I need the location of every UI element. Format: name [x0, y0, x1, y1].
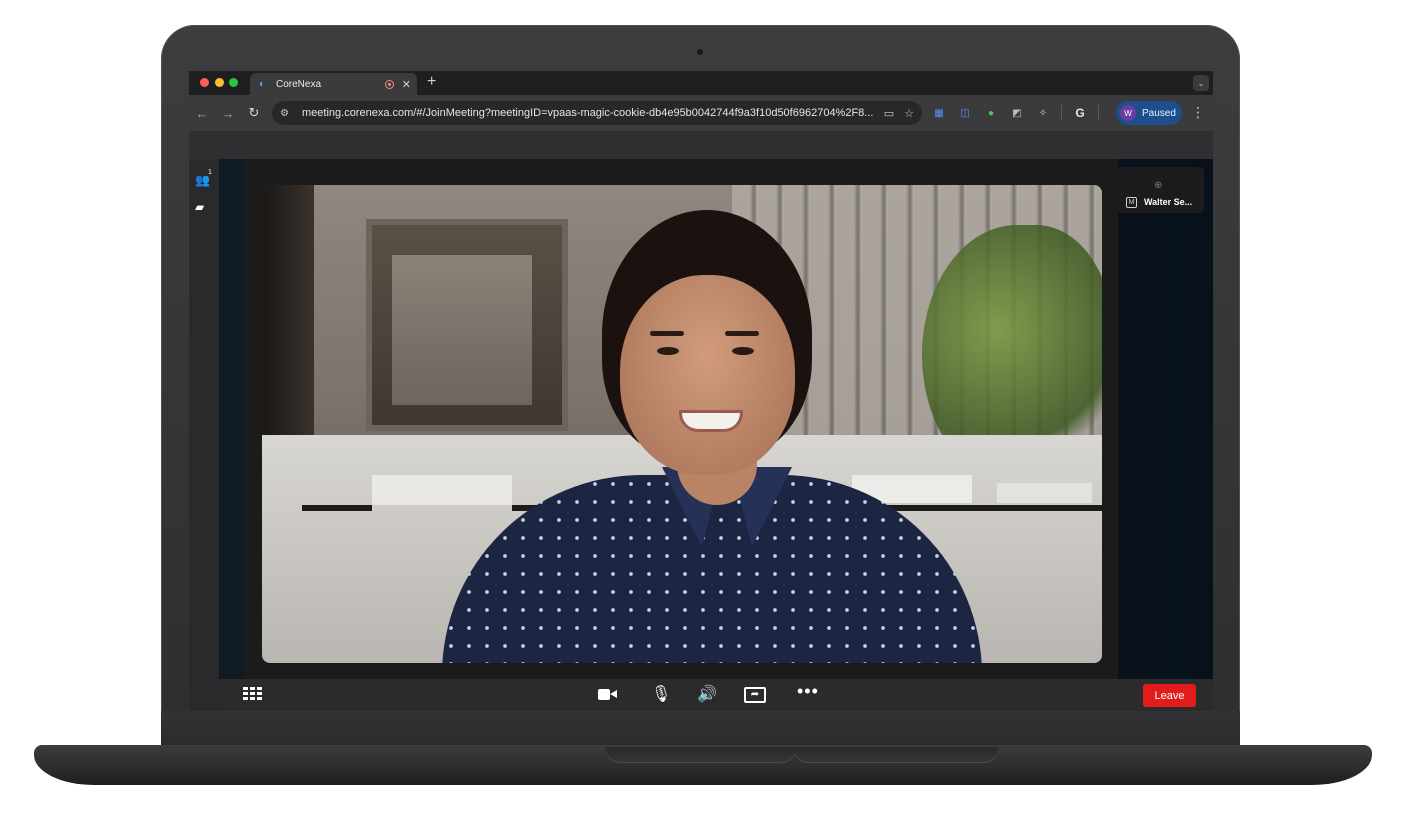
maximize-window-button[interactable] [229, 78, 238, 87]
profile-status: Paused [1142, 107, 1176, 119]
scene-books [997, 483, 1092, 503]
screen-share-icon[interactable]: ➦ [744, 687, 766, 703]
minimize-window-button[interactable] [215, 78, 224, 87]
camera-in-use-icon[interactable]: ▭ [884, 107, 894, 120]
tab-title: CoreNexa [276, 78, 322, 90]
corenexa-favicon-icon: ◐ [258, 78, 266, 90]
extensions-area: ▦ ◫ ● ◩ ✧ G [931, 105, 1099, 121]
laptop-camera [697, 49, 703, 55]
person-brow [725, 331, 759, 336]
more-options-icon[interactable]: ••• [797, 682, 819, 700]
extension-reader-icon[interactable]: ◫ [957, 105, 973, 121]
meeting-app: 👥 1 ▰ ⊕ M Walter Se... 🎙 🔊 ➦ ••• Leave [189, 159, 1213, 711]
laptop-base-notch [794, 747, 998, 763]
side-rail: 👥 1 ▰ [189, 159, 219, 711]
speaker-name: Walter Se... [1144, 197, 1193, 207]
moderator-icon: M [1126, 197, 1137, 208]
chat-icon[interactable]: ▰ [195, 200, 204, 214]
avatar-placeholder-icon: ⊕ [1154, 180, 1163, 191]
speaker-volume-icon[interactable]: 🔊 [697, 686, 717, 704]
extension-grid-icon[interactable]: ▦ [931, 105, 947, 121]
speaker-thumbnail[interactable]: ⊕ M Walter Se... [1118, 167, 1204, 213]
address-bar[interactable]: ⚙ meeting.corenexa.com/#/JoinMeeting?mee… [272, 101, 922, 125]
new-tab-button[interactable]: + [427, 73, 436, 91]
recording-icon [384, 79, 394, 89]
laptop-base-notch [606, 747, 796, 763]
bookmark-strip [189, 131, 1213, 159]
site-info-icon[interactable]: ⚙ [280, 108, 296, 119]
person-eye [657, 347, 679, 355]
leave-button[interactable]: Leave [1143, 684, 1196, 707]
extension-share-icon[interactable]: ◩ [1009, 105, 1025, 121]
close-tab-button[interactable]: ✕ [402, 78, 411, 91]
toolbar-separator [1061, 105, 1062, 121]
forward-button[interactable]: → [215, 106, 241, 121]
person-face [620, 275, 795, 475]
laptop-base [34, 745, 1372, 785]
person-brow [650, 331, 684, 336]
toolbar-separator [1098, 105, 1099, 121]
google-icon[interactable]: G [1072, 105, 1088, 121]
reload-button[interactable]: ↻ [241, 105, 267, 121]
browser-tabbar: ◐ CoreNexa ✕ + ⌄ [189, 71, 1213, 95]
video-stage: ⊕ M Walter Se... [219, 159, 1213, 679]
close-window-button[interactable] [200, 78, 209, 87]
person-eye [732, 347, 754, 355]
main-video [262, 185, 1102, 663]
bookmark-star-icon[interactable]: ☆ [904, 107, 914, 120]
microphone-icon[interactable]: 🎙 [651, 686, 671, 704]
back-button[interactable]: ← [189, 106, 215, 121]
participant-person [442, 205, 982, 663]
meeting-control-bar: 🎙 🔊 ➦ ••• Leave [219, 679, 1213, 711]
url-text[interactable]: meeting.corenexa.com/#/JoinMeeting?meeti… [302, 107, 874, 119]
tab-search-button[interactable]: ⌄ [1193, 75, 1209, 91]
tile-view-icon[interactable] [243, 687, 263, 701]
extension-evernote-icon[interactable]: ● [983, 105, 999, 121]
screen: ◐ CoreNexa ✕ + ⌄ ← → ↻ ⚙ meeting.corenex… [189, 71, 1213, 711]
browser-menu-icon[interactable]: ⋮ [1191, 104, 1205, 121]
participants-count: 1 [208, 169, 212, 176]
profile-avatar: W [1120, 105, 1136, 121]
laptop-lid: ◐ CoreNexa ✕ + ⌄ ← → ↻ ⚙ meeting.corenex… [161, 25, 1240, 750]
browser-tab[interactable]: ◐ CoreNexa ✕ [250, 73, 417, 95]
extensions-puzzle-icon[interactable]: ✧ [1035, 105, 1051, 121]
browser-toolbar: ← → ↻ ⚙ meeting.corenexa.com/#/JoinMeeti… [189, 95, 1213, 131]
profile-button[interactable]: W Paused [1116, 101, 1182, 125]
person-smile [682, 413, 740, 429]
